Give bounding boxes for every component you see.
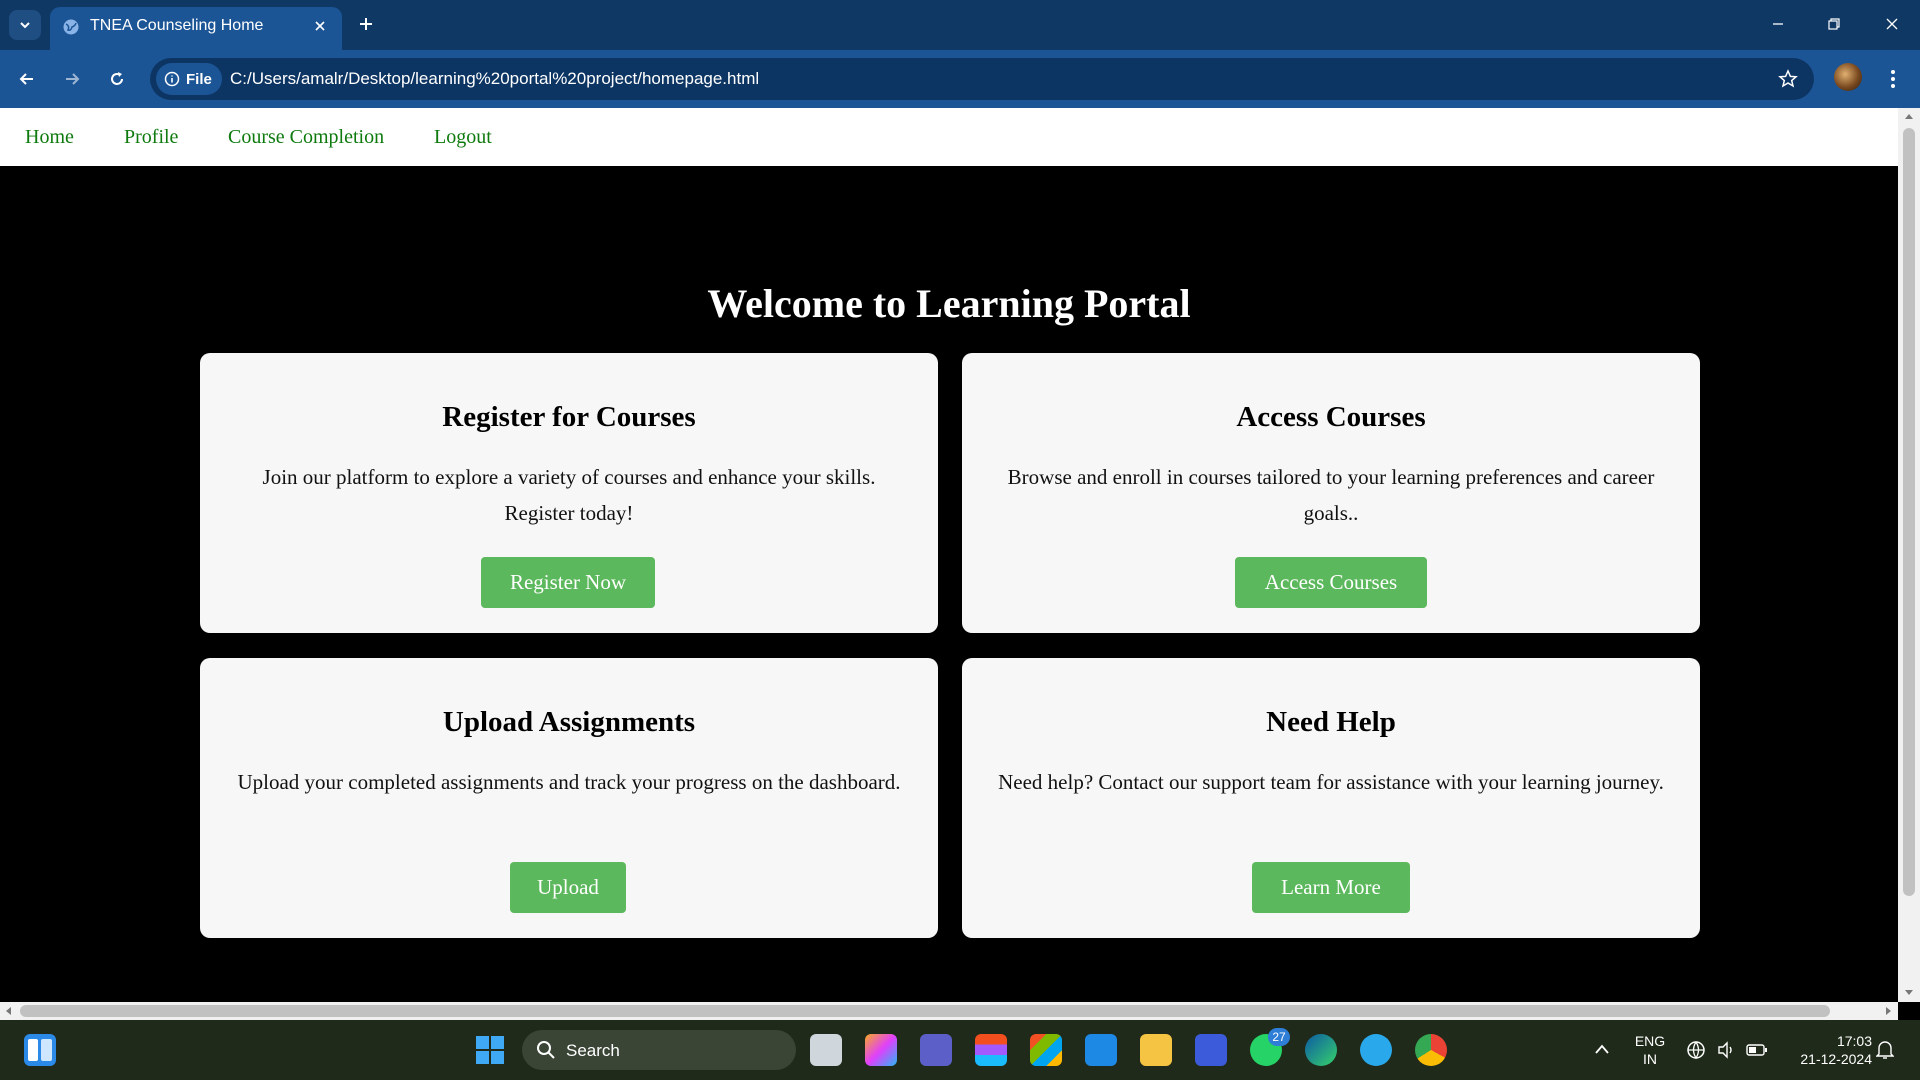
page-title: Welcome to Learning Portal (707, 281, 1191, 326)
forward-button[interactable] (55, 62, 89, 96)
chip-label: File (186, 70, 212, 88)
scroll-up-arrow-icon[interactable] (1905, 114, 1913, 119)
nav-home-link[interactable]: Home (25, 126, 74, 149)
horizontal-scrollbar[interactable] (0, 1002, 1898, 1020)
nav-course-completion-link[interactable]: Course Completion (228, 126, 384, 149)
microsoft-store-icon[interactable] (1030, 1034, 1062, 1066)
new-tab-button[interactable] (352, 10, 380, 38)
reload-button[interactable] (100, 62, 134, 96)
tab-close-button[interactable] (308, 14, 332, 38)
clock-time: 17:03 (1836, 1033, 1872, 1049)
card-description: Browse and enroll in courses tailored to… (1007, 465, 1655, 525)
minimize-icon (1773, 23, 1783, 25)
site-navbar: Home Profile Course Completion Logout (0, 108, 1898, 166)
battery-icon[interactable] (1746, 1042, 1768, 1063)
horizontal-scroll-thumb[interactable] (20, 1005, 1830, 1017)
arrow-right-icon (66, 73, 80, 85)
restore-button[interactable] (1814, 8, 1854, 40)
scroll-down-arrow-icon[interactable] (1905, 990, 1913, 995)
search-icon (537, 1041, 555, 1059)
widgets-icon[interactable] (24, 1034, 56, 1066)
star-icon (1778, 69, 1798, 88)
start-icon[interactable] (474, 1034, 506, 1066)
taskbar-search[interactable]: Search (522, 1030, 796, 1070)
restore-icon (1828, 18, 1840, 30)
notification-bell-icon[interactable] (1875, 1040, 1895, 1065)
page-viewport: Home Profile Course Completion Logout We… (0, 108, 1898, 1002)
vertical-scroll-thumb[interactable] (1903, 128, 1915, 896)
card-title: Register for Courses (442, 401, 696, 433)
tab-strip: TNEA Counseling Home (0, 0, 1920, 50)
card-description: Need help? Contact our support team for … (998, 770, 1664, 794)
chrome-icon[interactable] (1415, 1034, 1447, 1066)
need-help-card: Need Help Need help? Contact our support… (962, 658, 1700, 938)
card-title: Upload Assignments (442, 706, 696, 738)
access-courses-button[interactable]: Access Courses (1235, 557, 1427, 608)
minimize-button[interactable] (1758, 8, 1798, 40)
nav-profile-link[interactable]: Profile (124, 126, 178, 149)
tray-expand-icon[interactable] (1594, 1042, 1610, 1060)
close-icon (315, 21, 325, 31)
close-icon (1886, 18, 1898, 30)
access-courses-card: Access Courses Browse and enroll in cour… (962, 353, 1700, 633)
close-window-button[interactable] (1872, 8, 1912, 40)
clock[interactable]: 17:03 21-12-2024 (1782, 1032, 1872, 1068)
teams-icon[interactable] (920, 1034, 952, 1066)
profile-avatar[interactable] (1834, 63, 1862, 91)
card-title: Access Courses (1236, 401, 1426, 433)
taskbar: Search 27 ENG IN 17:03 21-12-2024 (0, 1020, 1920, 1080)
tab-search-button[interactable] (9, 10, 41, 40)
browser-menu-button[interactable] (1880, 62, 1906, 96)
volume-icon[interactable] (1716, 1040, 1736, 1065)
vscode-icon[interactable] (1085, 1034, 1117, 1066)
upload-assignments-card: Upload Assignments Upload your completed… (200, 658, 938, 938)
scroll-right-arrow-icon[interactable] (1886, 1007, 1891, 1015)
language-code: ENG (1634, 1033, 1666, 1049)
edge-icon[interactable] (1305, 1034, 1337, 1066)
nav-logout-link[interactable]: Logout (434, 126, 492, 149)
search-label: Search (566, 1041, 620, 1060)
globe-icon (63, 19, 79, 35)
telegram-icon[interactable] (1360, 1034, 1392, 1066)
site-info-chip[interactable]: File (156, 63, 222, 95)
reload-icon (111, 72, 123, 85)
browser-tab[interactable]: TNEA Counseling Home (50, 7, 342, 50)
url-text[interactable]: C:/Users/amalr/Desktop/learning%20portal… (230, 69, 759, 89)
card-description: Upload your completed assignments and tr… (237, 770, 901, 794)
plus-icon (360, 18, 372, 30)
task-view-icon[interactable] (810, 1034, 842, 1066)
pen-app-icon[interactable] (1195, 1034, 1227, 1066)
address-bar[interactable]: File C:/Users/amalr/Desktop/learning%20p… (150, 58, 1814, 100)
file-explorer-icon[interactable] (1140, 1034, 1172, 1066)
tab-title: TNEA Counseling Home (90, 17, 264, 34)
learn-more-button[interactable]: Learn More (1252, 862, 1410, 913)
more-vertical-icon (1891, 70, 1895, 88)
language-indicator[interactable]: ENG IN (1630, 1032, 1670, 1068)
scroll-left-arrow-icon[interactable] (6, 1007, 11, 1015)
card-title: Need Help (1266, 706, 1396, 738)
card-description: Join our platform to explore a variety o… (262, 465, 876, 525)
info-icon (164, 71, 180, 87)
upload-button[interactable]: Upload (510, 862, 626, 913)
copilot-icon[interactable] (865, 1034, 897, 1066)
register-card: Register for Courses Join our platform t… (200, 353, 938, 633)
region-code: IN (1643, 1051, 1657, 1067)
vertical-scrollbar[interactable] (1898, 108, 1920, 1002)
network-icon[interactable] (1686, 1040, 1706, 1065)
figma-icon[interactable] (975, 1034, 1007, 1066)
browser-toolbar: File C:/Users/amalr/Desktop/learning%20p… (0, 50, 1920, 108)
back-button[interactable] (10, 62, 44, 96)
chevron-down-icon (20, 22, 30, 29)
arrow-left-icon (19, 73, 33, 85)
clock-date: 21-12-2024 (1800, 1051, 1872, 1067)
register-now-button[interactable]: Register Now (481, 557, 655, 608)
bookmark-button[interactable] (1776, 67, 1800, 91)
whatsapp-badge: 27 (1268, 1028, 1290, 1046)
